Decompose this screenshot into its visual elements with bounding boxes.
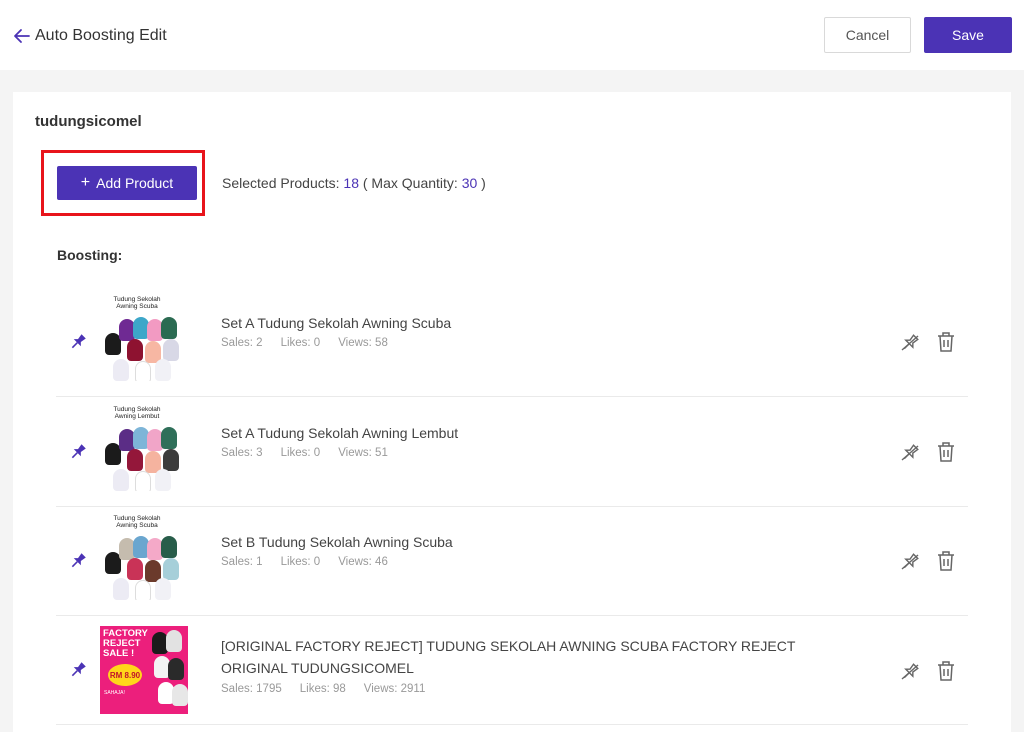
save-button[interactable]: Save: [924, 17, 1012, 53]
boosting-label: Boosting:: [57, 247, 123, 263]
figure: [113, 578, 129, 600]
product-thumbnail: Tudung Sekolah Awning Scuba: [101, 295, 187, 381]
max-quantity-count: 30: [461, 175, 478, 191]
product-thumbnail: FACTORY REJECT SALE ! RM 8.90 SAHAJA!: [100, 626, 188, 714]
figure: [168, 658, 184, 680]
sales-count: Sales: 1795: [221, 683, 282, 695]
views-count: Views: 58: [338, 337, 388, 349]
product-name[interactable]: Set A Tudung Sekolah Awning Scuba: [221, 312, 861, 334]
top-bar: Auto Boosting Edit Cancel Save: [0, 0, 1024, 70]
sales-count: Sales: 2: [221, 337, 263, 349]
store-name: tudungsicomel: [35, 113, 142, 130]
product-stats: Sales: 1 Likes: 0 Views: 46: [221, 556, 406, 568]
unpin-icon[interactable]: [899, 661, 921, 683]
thumbnail-subtext: SAHAJA!: [104, 690, 125, 696]
thumbnail-caption: Tudung Sekolah Awning Scuba: [113, 515, 161, 529]
add-product-label: Add Product: [96, 175, 174, 191]
selected-count: 18: [343, 175, 359, 191]
sales-count: Sales: 3: [221, 447, 263, 459]
figure: [163, 449, 179, 471]
figure: [163, 558, 179, 580]
product-name[interactable]: [ORIGINAL FACTORY REJECT] TUDUNG SEKOLAH…: [221, 635, 861, 679]
likes-count: Likes: 98: [299, 683, 346, 695]
thumbnail-price: RM 8.90: [108, 664, 142, 686]
sales-count: Sales: 1: [221, 556, 263, 568]
trash-icon[interactable]: [936, 660, 956, 682]
figure: [113, 469, 129, 491]
thumbnail-caption: Tudung Sekolah Awning Lembut: [113, 406, 161, 420]
product-row: FACTORY REJECT SALE ! RM 8.90 SAHAJA! [O…: [56, 615, 968, 725]
product-stats: Sales: 2 Likes: 0 Views: 58: [221, 337, 406, 349]
figure: [161, 317, 177, 339]
pin-icon[interactable]: [68, 442, 88, 462]
product-row: Tudung Sekolah Awning Lembut Set A Tudun…: [56, 397, 968, 507]
views-count: Views: 46: [338, 556, 388, 568]
views-count: Views: 2911: [363, 683, 426, 695]
figure: [127, 449, 143, 471]
product-name[interactable]: Set B Tudung Sekolah Awning Scuba: [221, 531, 861, 553]
pin-icon[interactable]: [68, 660, 88, 680]
likes-count: Likes: 0: [280, 337, 321, 349]
thumbnail-title: FACTORY REJECT SALE !: [103, 628, 148, 659]
add-product-button[interactable]: + Add Product: [57, 166, 197, 200]
page-title: Auto Boosting Edit: [35, 27, 167, 44]
figure: [166, 630, 182, 652]
unpin-icon[interactable]: [899, 332, 921, 354]
back-button[interactable]: Auto Boosting Edit: [12, 24, 167, 48]
figure: [135, 361, 151, 381]
plus-icon: +: [80, 174, 91, 191]
likes-count: Likes: 0: [280, 556, 321, 568]
max-quantity-label: ( Max Quantity:: [358, 175, 462, 191]
back-arrow-icon: [14, 29, 30, 43]
figure: [155, 578, 171, 600]
unpin-icon[interactable]: [899, 551, 921, 573]
likes-count: Likes: 0: [280, 447, 321, 459]
figure: [172, 684, 188, 706]
figure: [155, 469, 171, 491]
pin-icon[interactable]: [68, 551, 88, 571]
selected-label: Selected Products:: [222, 175, 344, 191]
views-count: Views: 51: [338, 447, 388, 459]
figure: [163, 339, 179, 361]
selected-products-info: Selected Products: 18 ( Max Quantity: 30…: [222, 175, 486, 191]
trash-icon[interactable]: [936, 331, 956, 353]
product-row: Tudung Sekolah Awning Scuba Set B Tudung…: [56, 506, 968, 616]
figure: [127, 558, 143, 580]
figure: [135, 471, 151, 491]
figure: [113, 359, 129, 381]
figure: [161, 427, 177, 449]
product-thumbnail: Tudung Sekolah Awning Scuba: [101, 514, 187, 600]
product-name[interactable]: Set A Tudung Sekolah Awning Lembut: [221, 422, 861, 444]
pin-icon[interactable]: [68, 332, 88, 352]
boosting-card: tudungsicomel + Add Product Selected Pro…: [13, 92, 1011, 732]
figure: [135, 580, 151, 600]
product-thumbnail: Tudung Sekolah Awning Lembut: [101, 405, 187, 491]
figure: [127, 339, 143, 361]
cancel-button[interactable]: Cancel: [824, 17, 911, 53]
trash-icon[interactable]: [936, 441, 956, 463]
figure: [161, 536, 177, 558]
max-quantity-close: ): [477, 175, 486, 191]
thumbnail-caption: Tudung Sekolah Awning Scuba: [113, 296, 161, 310]
product-stats: Sales: 3 Likes: 0 Views: 51: [221, 447, 406, 459]
unpin-icon[interactable]: [899, 442, 921, 464]
figure: [155, 359, 171, 381]
product-row: Tudung Sekolah Awning Scuba Set A Tudung…: [56, 287, 968, 397]
product-stats: Sales: 1795 Likes: 98 Views: 2911: [221, 683, 443, 695]
trash-icon[interactable]: [936, 550, 956, 572]
